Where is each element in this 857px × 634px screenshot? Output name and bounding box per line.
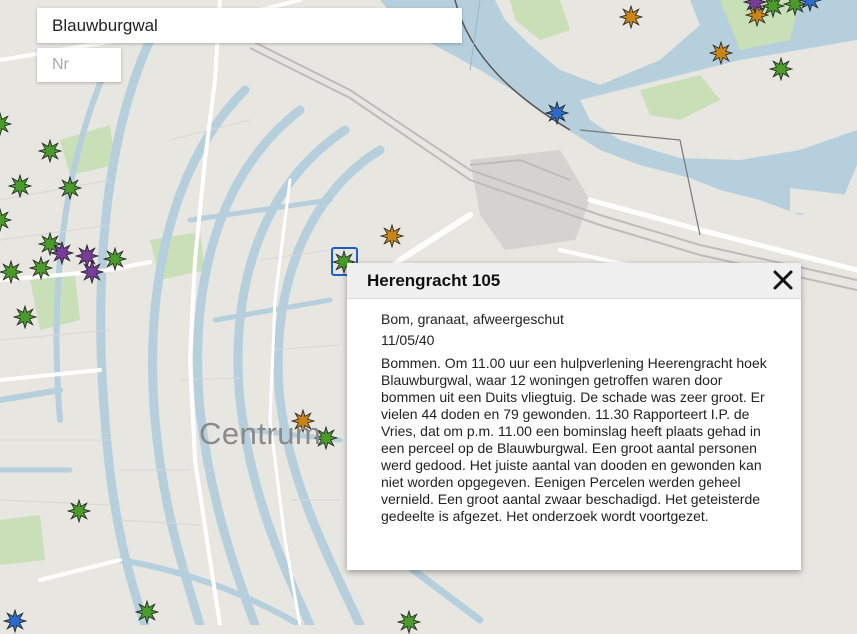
popup-title: Herengracht 105	[367, 270, 501, 290]
incident-description: Bommen. Om 11.00 uur een hulpverlening H…	[381, 355, 767, 524]
district-label: Centrum	[199, 416, 322, 451]
incident-marker-icon[interactable]	[13, 305, 37, 329]
incident-marker-icon[interactable]	[80, 260, 104, 284]
close-icon[interactable]	[771, 268, 795, 292]
incident-marker-icon[interactable]	[769, 57, 793, 81]
incident-marker-icon[interactable]	[38, 139, 62, 163]
street-search-input[interactable]	[52, 15, 447, 36]
popup-body: Bom, granaat, afweergeschut 11/05/40 Bom…	[347, 299, 801, 525]
incident-marker-icon[interactable]	[743, 0, 767, 14]
incident-marker-icon[interactable]	[619, 5, 643, 29]
incident-marker-icon[interactable]	[0, 260, 23, 284]
incident-marker-icon[interactable]	[67, 499, 91, 523]
incident-marker-icon[interactable]	[103, 247, 127, 271]
incident-marker-icon[interactable]	[58, 176, 82, 200]
incident-marker-icon[interactable]	[0, 208, 12, 232]
house-number-field[interactable]	[37, 48, 121, 82]
incident-type: Bom, granaat, afweergeschut	[381, 311, 564, 327]
incident-marker-icon[interactable]	[709, 41, 733, 65]
popup-header: Herengracht 105	[347, 263, 801, 299]
street-search-field[interactable]	[37, 8, 462, 43]
incident-marker-icon[interactable]	[0, 112, 12, 136]
house-number-input[interactable]	[52, 56, 106, 74]
incident-marker-icon[interactable]	[397, 610, 421, 634]
incident-marker-icon[interactable]	[798, 0, 822, 12]
incident-marker-icon[interactable]	[50, 241, 74, 265]
incident-marker-icon[interactable]	[545, 101, 569, 125]
incident-marker-icon[interactable]	[380, 224, 404, 248]
incident-popup: Herengracht 105 Bom, granaat, afweergesc…	[347, 263, 801, 570]
incident-date: 11/05/40	[381, 332, 435, 348]
incident-marker-icon[interactable]	[3, 609, 27, 633]
incident-marker-icon[interactable]	[8, 174, 32, 198]
incident-marker-icon[interactable]	[29, 256, 53, 280]
incident-marker-icon[interactable]	[135, 600, 159, 624]
